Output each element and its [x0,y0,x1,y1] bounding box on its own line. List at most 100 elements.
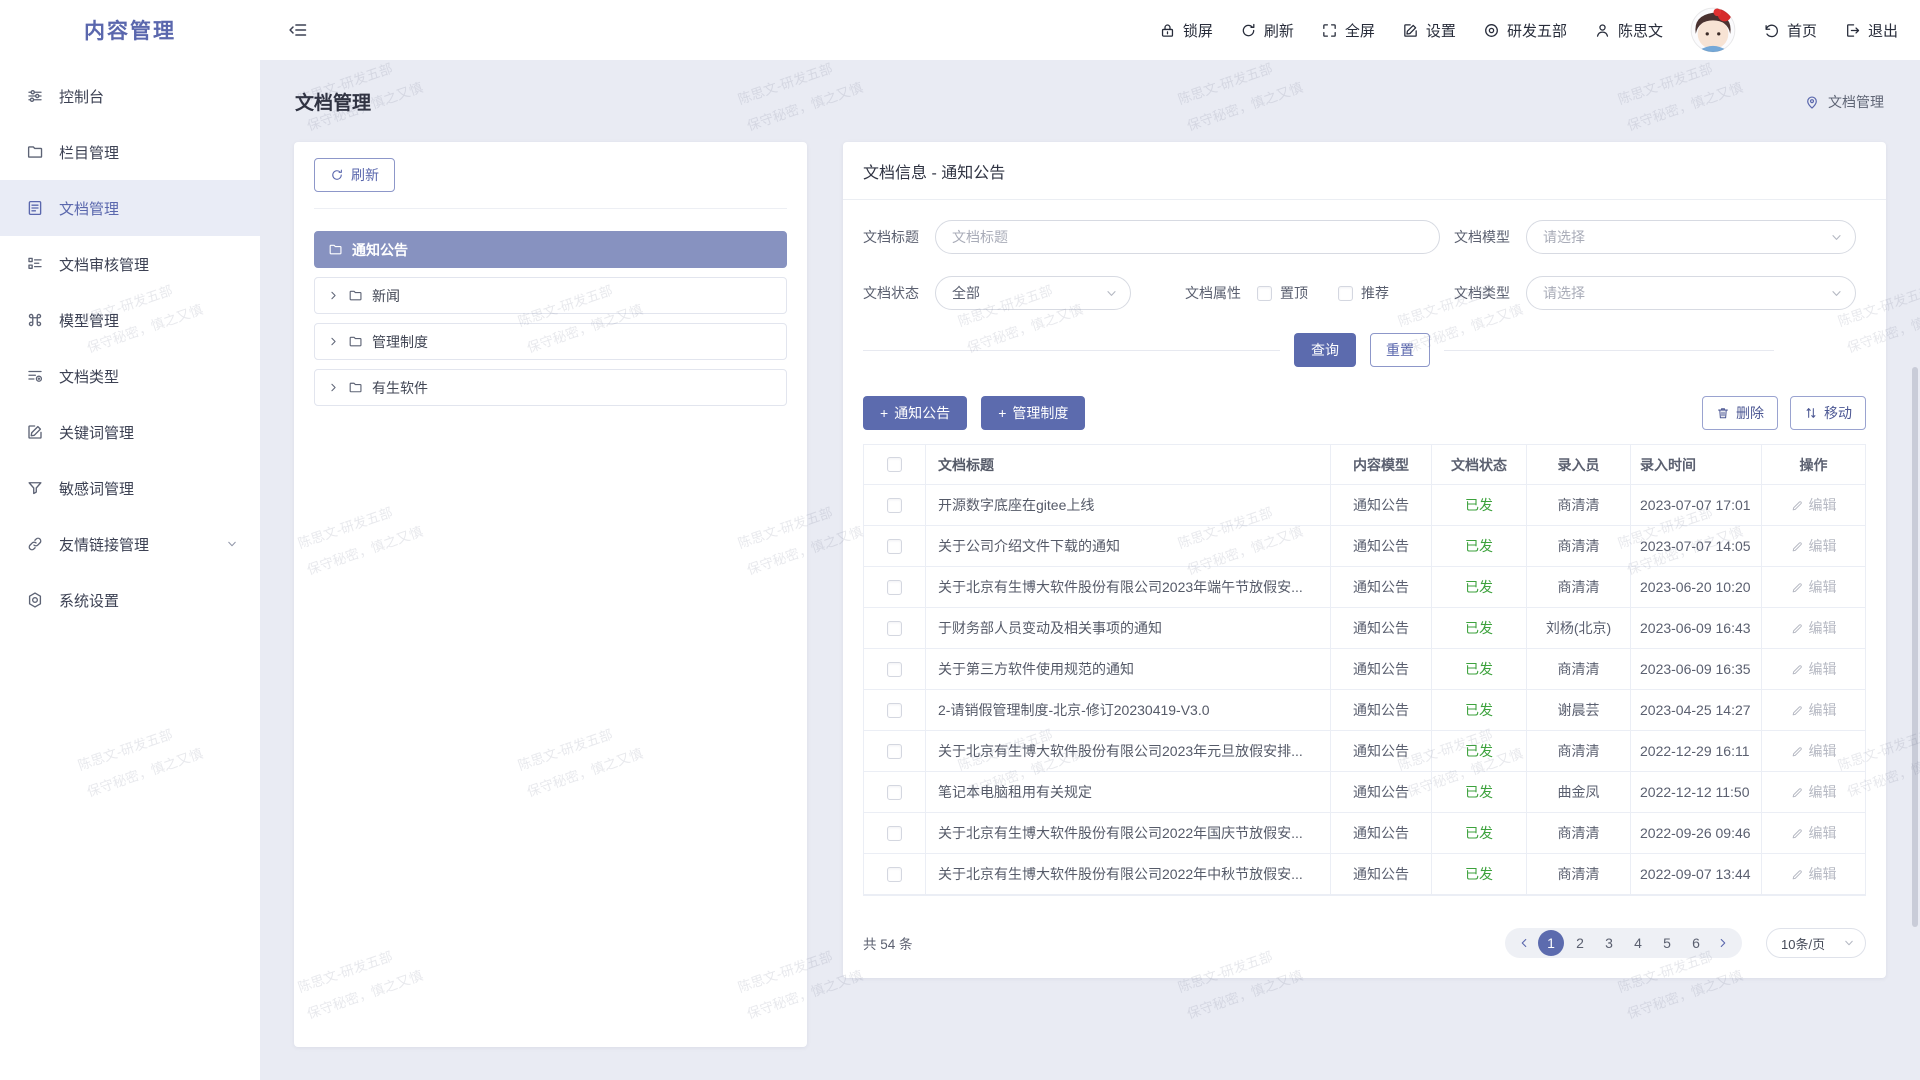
checkbox[interactable] [1257,286,1272,301]
sidebar-item-documents[interactable]: 文档管理 [0,180,260,236]
edit-button[interactable]: 编辑 [1791,741,1837,761]
pencil-icon [1791,581,1804,594]
settings-button[interactable]: 设置 [1402,20,1456,41]
logout-button[interactable]: 退出 [1844,20,1898,41]
prev-page-button[interactable] [1513,930,1535,956]
folder-icon [348,288,363,303]
row-checkbox[interactable] [887,785,902,800]
refresh-button[interactable]: 刷新 [1240,20,1294,41]
edit-button[interactable]: 编辑 [1791,700,1837,720]
sidebar-item-columns[interactable]: 栏目管理 [0,124,260,180]
plus-icon: + [998,405,1006,421]
edit-button[interactable]: 编辑 [1791,618,1837,638]
sidebar-item-friend-links[interactable]: 友情链接管理 [0,516,260,572]
attr-top-checkbox[interactable]: 置顶 [1257,283,1308,303]
column-header-actions: 操作 [1762,445,1865,484]
page-button[interactable]: 3 [1596,930,1622,956]
category-tree: 通知公告 新闻 管理制度 有生软件 [294,209,807,437]
row-checkbox[interactable] [887,744,902,759]
edit-button[interactable]: 编辑 [1791,782,1837,802]
row-checkbox[interactable] [887,580,902,595]
cell-title: 关于北京有生博大软件股份有限公司2022年中秋节放假安... [926,854,1331,894]
add-notice-button[interactable]: + 通知公告 [863,396,967,430]
edit-button-label: 编辑 [1809,782,1837,802]
edit-button[interactable]: 编辑 [1791,536,1837,556]
edit-button[interactable]: 编辑 [1791,659,1837,679]
row-checkbox[interactable] [887,498,902,513]
avatar[interactable] [1690,7,1736,53]
edit-button-label: 编辑 [1809,659,1837,679]
cell-status: 已发 [1432,485,1527,525]
row-checkbox[interactable] [887,539,902,554]
chevron-right-icon[interactable] [328,290,339,301]
sidebar-item-label: 文档审核管理 [59,254,149,275]
doc-attr-label: 文档属性 [1185,283,1249,303]
sidebar-item-label: 关键词管理 [59,422,134,443]
tree-node-policies[interactable]: 管理制度 [314,323,787,360]
current-user[interactable]: 陈思文 [1594,20,1663,41]
edit-button[interactable]: 编辑 [1791,823,1837,843]
sidebar-item-label: 友情链接管理 [59,534,149,555]
chevron-right-icon[interactable] [328,336,339,347]
cell-model: 通知公告 [1331,567,1432,607]
app-brand: 内容管理 [0,0,260,60]
row-checkbox[interactable] [887,826,902,841]
cell-title: 开源数字底座在gitee上线 [926,485,1331,525]
page-button[interactable]: 2 [1567,930,1593,956]
cell-model: 通知公告 [1331,813,1432,853]
row-checkbox[interactable] [887,703,902,718]
search-button[interactable]: 查询 [1294,333,1356,367]
row-checkbox[interactable] [887,867,902,882]
tree-node-software[interactable]: 有生软件 [314,369,787,406]
add-policy-button[interactable]: + 管理制度 [981,396,1085,430]
edit-button-label: 编辑 [1809,577,1837,597]
attr-recommend-checkbox[interactable]: 推荐 [1338,283,1389,303]
sidebar-item-keywords[interactable]: 关键词管理 [0,404,260,460]
department-indicator[interactable]: 研发五部 [1483,20,1567,41]
edit-button[interactable]: 编辑 [1791,864,1837,884]
page-button[interactable]: 4 [1625,930,1651,956]
sidebar-item-system-settings[interactable]: 系统设置 [0,572,260,628]
cell-model: 通知公告 [1331,649,1432,689]
lock-screen-button[interactable]: 锁屏 [1159,20,1213,41]
tree-node-notices[interactable]: 通知公告 [314,231,787,268]
edit-button[interactable]: 编辑 [1791,577,1837,597]
doc-status-select[interactable]: 全部 [935,276,1131,310]
sidebar-item-doc-audit[interactable]: 文档审核管理 [0,236,260,292]
doc-type-select[interactable]: 请选择 [1526,276,1856,310]
fullscreen-button[interactable]: 全屏 [1321,20,1375,41]
doc-title-input[interactable] [935,220,1440,254]
page-button[interactable]: 6 [1683,930,1709,956]
sidebar-item-doc-types[interactable]: 文档类型 [0,348,260,404]
pagination: 123456 [1505,928,1742,958]
reset-button[interactable]: 重置 [1370,333,1430,367]
select-all-checkbox[interactable] [887,457,902,472]
column-header-time: 录入时间 [1631,445,1762,484]
checkbox[interactable] [1338,286,1353,301]
edit-button-label: 编辑 [1809,741,1837,761]
sidebar-item-sensitive-words[interactable]: 敏感词管理 [0,460,260,516]
table-row: 开源数字底座在gitee上线 通知公告 已发 商清清 2023-07-07 17… [864,485,1865,526]
next-page-button[interactable] [1712,930,1734,956]
scrollbar-thumb[interactable] [1912,367,1918,927]
tree-refresh-button[interactable]: 刷新 [314,158,395,192]
move-button[interactable]: 移动 [1790,396,1866,430]
home-button[interactable]: 首页 [1763,20,1817,41]
row-checkbox[interactable] [887,662,902,677]
edit-button[interactable]: 编辑 [1791,495,1837,515]
page-size-select[interactable]: 10条/页 [1766,928,1866,958]
tree-node-news[interactable]: 新闻 [314,277,787,314]
chevron-right-icon[interactable] [328,382,339,393]
sidebar-item-models[interactable]: 模型管理 [0,292,260,348]
sidebar-item-console[interactable]: 控制台 [0,68,260,124]
doc-model-select[interactable]: 请选择 [1526,220,1856,254]
chevron-down-icon [1105,287,1118,300]
page-button[interactable]: 5 [1654,930,1680,956]
row-checkbox[interactable] [887,621,902,636]
edit-square-icon [26,423,44,441]
delete-button[interactable]: 删除 [1702,396,1778,430]
lock-icon [1159,22,1176,39]
divider [1444,350,1774,351]
sidebar-collapse-icon[interactable] [288,20,308,40]
page-button[interactable]: 1 [1538,930,1564,956]
